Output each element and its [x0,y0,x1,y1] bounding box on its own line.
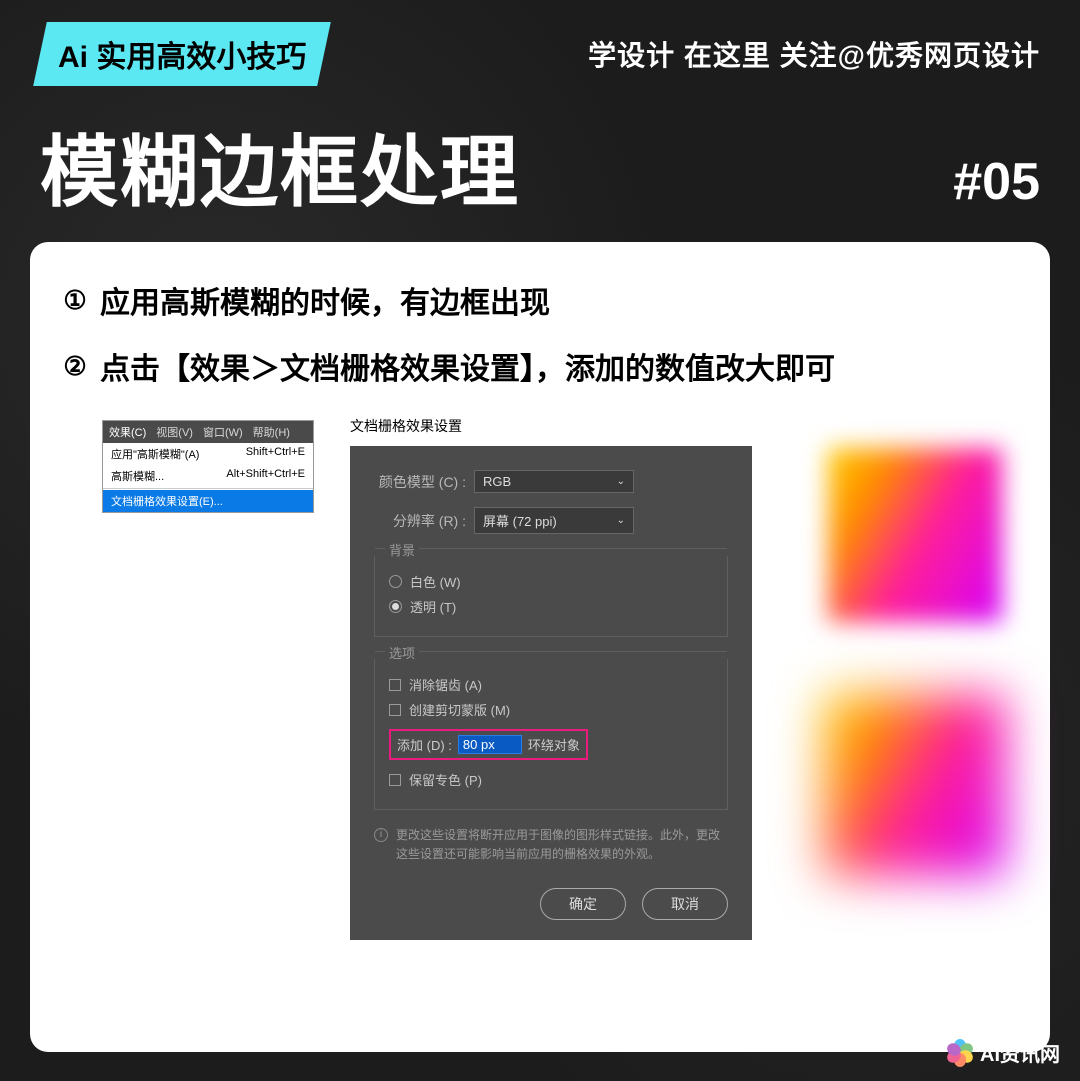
spotcolor-checkbox[interactable]: 保留专色 (P) [389,770,713,789]
menu-item-raster-settings[interactable]: 文档栅格效果设置(E)... [103,490,313,512]
menu-separator [103,488,313,489]
app-menu-dropdown: 效果(C) 视图(V) 窗口(W) 帮助(H) 应用"高斯模糊"(A) Shif… [102,420,314,513]
add-label: 添加 (D) : [397,735,452,754]
dialog-buttons: 确定 取消 [374,888,728,920]
bg-transparent-radio[interactable]: 透明 (T) [389,597,713,616]
clipmask-checkbox[interactable]: 创建剪切蒙版 (M) [389,700,713,719]
antialias-checkbox[interactable]: 消除锯齿 (A) [389,675,713,694]
step-1-text: 应用高斯模糊的时候，有边框出现 [100,278,550,322]
series-badge: Ai 实用高效小技巧 [33,22,331,86]
step-1-marker: ① [60,285,90,315]
checkbox-icon [389,679,401,691]
color-model-select[interactable]: RGB ⌄ [474,470,634,493]
bg-white-radio[interactable]: 白色 (W) [389,572,713,591]
dialog-title: 文档栅格效果设置 [350,416,752,436]
menu-item-gaussian-blur[interactable]: 高斯模糊... Alt+Shift+Ctrl+E [103,465,313,487]
title-row: 模糊边框处理 #05 [0,86,1080,242]
color-model-label: 颜色模型 (C) : [374,472,474,492]
step-1: ① 应用高斯模糊的时候，有边框出现 [60,278,1020,322]
menu-help[interactable]: 帮助(H) [253,424,290,440]
flower-icon [946,1039,974,1067]
add-bleed-row: 添加 (D) : 80 px 环绕对象 [389,729,588,760]
dialog-wrap: 文档栅格效果设置 颜色模型 (C) : RGB ⌄ 分辨率 (R) : 屏幕 (… [350,416,752,940]
menu-item-apply-gaussian[interactable]: 应用"高斯模糊"(A) Shift+Ctrl+E [103,443,313,465]
menu-view[interactable]: 视图(V) [156,424,193,440]
raster-settings-dialog: 颜色模型 (C) : RGB ⌄ 分辨率 (R) : 屏幕 (72 ppi) ⌄… [350,446,752,940]
options-section: 选项 消除锯齿 (A) 创建剪切蒙版 (M) 添加 (D) : 80 px 环绕… [374,659,728,810]
series-badge-text: Ai 实用高效小技巧 [58,32,306,76]
header-tagline: 学设计 在这里 关注@优秀网页设计 [588,34,1040,74]
header: Ai 实用高效小技巧 学设计 在这里 关注@优秀网页设计 [0,0,1080,86]
resolution-select[interactable]: 屏幕 (72 ppi) ⌄ [474,507,634,534]
step-2: ② 点击【效果＞文档栅格效果设置】，添加的数值改大即可 [60,344,1020,388]
ok-button[interactable]: 确定 [540,888,626,920]
page-title: 模糊边框处理 [40,110,520,222]
info-text: 更改这些设置将断开应用于图像的图形样式链接。此外，更改这些设置还可能影响当前应用… [396,826,728,864]
tip-number: #05 [953,152,1040,212]
checkbox-icon [389,704,401,716]
checkbox-icon [389,774,401,786]
chevron-down-icon: ⌄ [617,515,625,526]
background-section-label: 背景 [385,540,419,559]
radio-on-icon [389,600,402,613]
color-model-row: 颜色模型 (C) : RGB ⌄ [374,470,728,493]
chevron-down-icon: ⌄ [617,476,625,487]
radio-off-icon [389,575,402,588]
options-section-label: 选项 [385,643,419,662]
info-icon: i [374,828,388,842]
resolution-row: 分辨率 (R) : 屏幕 (72 ppi) ⌄ [374,507,728,534]
menu-window[interactable]: 窗口(W) [203,424,243,440]
step-2-marker: ② [60,351,90,381]
menu-effect[interactable]: 效果(C) [109,424,146,440]
menu-bar: 效果(C) 视图(V) 窗口(W) 帮助(H) [103,421,313,443]
add-suffix: 环绕对象 [528,735,580,754]
gradient-sample-soft-edge [820,690,1010,880]
background-section: 背景 白色 (W) 透明 (T) [374,556,728,637]
step-2-text: 点击【效果＞文档栅格效果设置】，添加的数值改大即可 [100,344,835,388]
resolution-label: 分辨率 (R) : [374,511,474,531]
cancel-button[interactable]: 取消 [642,888,728,920]
watermark-text: AI资讯网 [980,1038,1060,1067]
gradient-sample-hard-edge [820,440,1010,630]
info-note: i 更改这些设置将断开应用于图像的图形样式链接。此外，更改这些设置还可能影响当前… [374,826,728,864]
add-value-input[interactable]: 80 px [458,735,522,754]
content-card: ① 应用高斯模糊的时候，有边框出现 ② 点击【效果＞文档栅格效果设置】，添加的数… [30,242,1050,1052]
watermark: AI资讯网 [946,1038,1060,1067]
